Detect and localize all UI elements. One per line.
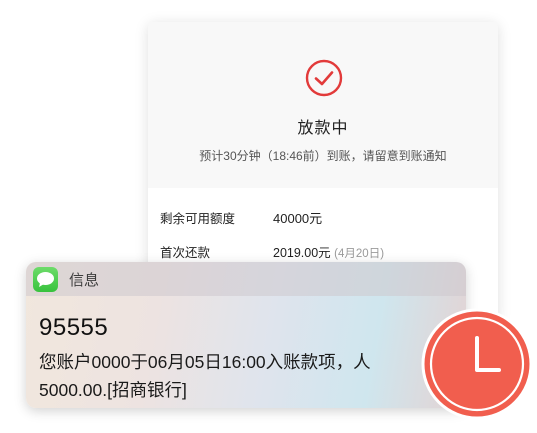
notification-header: 信息 bbox=[26, 262, 466, 296]
sms-notification[interactable]: 信息 95555 您账户0000于06月05日16:00入账款项，人 5000.… bbox=[26, 262, 466, 408]
first-repayment-label: 首次还款 bbox=[160, 246, 211, 260]
message-line: 5000.00.[招商银行] bbox=[39, 380, 187, 400]
first-repayment-date: (4月20日) bbox=[334, 248, 385, 260]
message-sender: 95555 bbox=[39, 314, 109, 341]
message-body: 您账户0000于06月05日16:00入账款项，人 5000.00.[招商银行] bbox=[39, 348, 449, 404]
first-repayment-value-group: 2019.00元 (4月20日) bbox=[273, 242, 384, 261]
first-repayment-amount: 2019.00元 bbox=[273, 246, 331, 260]
available-credit-value: 40000元 bbox=[273, 211, 323, 226]
message-line: 您账户0000于06月05日16:00入账款项，人 bbox=[39, 352, 371, 372]
app-name: 信息 bbox=[69, 272, 100, 289]
status-header: 放款中 预计30分钟（18:46前）到账，请留意到账通知 bbox=[148, 22, 498, 188]
clock-icon bbox=[421, 308, 533, 420]
first-repayment-row: 首次还款 2019.00元 (4月20日) bbox=[160, 242, 384, 261]
status-description: 预计30分钟（18:46前）到账，请留意到账通知 bbox=[199, 149, 447, 163]
available-credit-row: 剩余可用额度 40000元 bbox=[160, 208, 322, 227]
available-credit-label: 剩余可用额度 bbox=[160, 212, 236, 226]
status-title: 放款中 bbox=[297, 120, 349, 137]
messages-app-icon bbox=[33, 267, 58, 292]
check-circle-icon bbox=[305, 59, 343, 97]
